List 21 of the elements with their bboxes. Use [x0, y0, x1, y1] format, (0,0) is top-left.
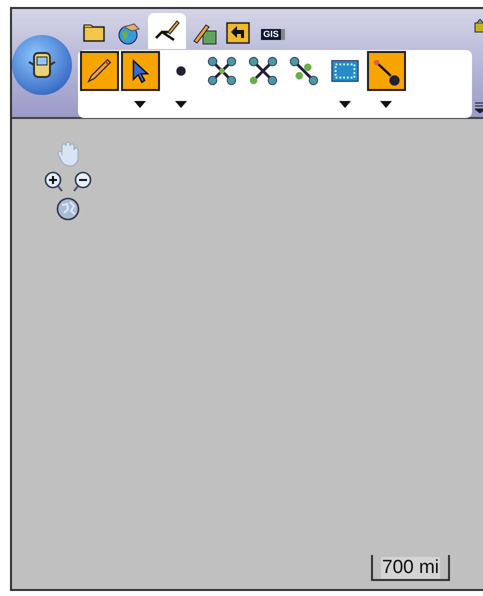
- menu-icon[interactable]: [475, 101, 483, 113]
- network-c-icon: [288, 55, 320, 87]
- tab[interactable]: [148, 13, 186, 49]
- dropdown-arrow-icon[interactable]: [175, 101, 187, 108]
- dropdown-arrow-icon[interactable]: [134, 101, 146, 108]
- tool-button[interactable]: [120, 51, 160, 91]
- globe-icon[interactable]: [56, 197, 80, 221]
- globe-icon: [116, 21, 142, 47]
- network-b-icon: [247, 55, 279, 87]
- dropdown-arrow-icon[interactable]: [339, 101, 351, 108]
- dropdown-arrow-icon[interactable]: [380, 101, 392, 108]
- back-icon: [226, 21, 252, 47]
- zoom-out-icon[interactable]: [72, 171, 92, 193]
- draw-icon: [154, 18, 180, 44]
- network-a-icon: [206, 55, 238, 87]
- tool-button[interactable]: [80, 51, 118, 91]
- scale-label: 700 mi: [381, 557, 440, 579]
- tab[interactable]: GIS: [258, 19, 288, 49]
- zoom-in-icon[interactable]: [44, 171, 64, 193]
- tool-button[interactable]: [366, 51, 406, 91]
- tray-icon[interactable]: [474, 19, 483, 33]
